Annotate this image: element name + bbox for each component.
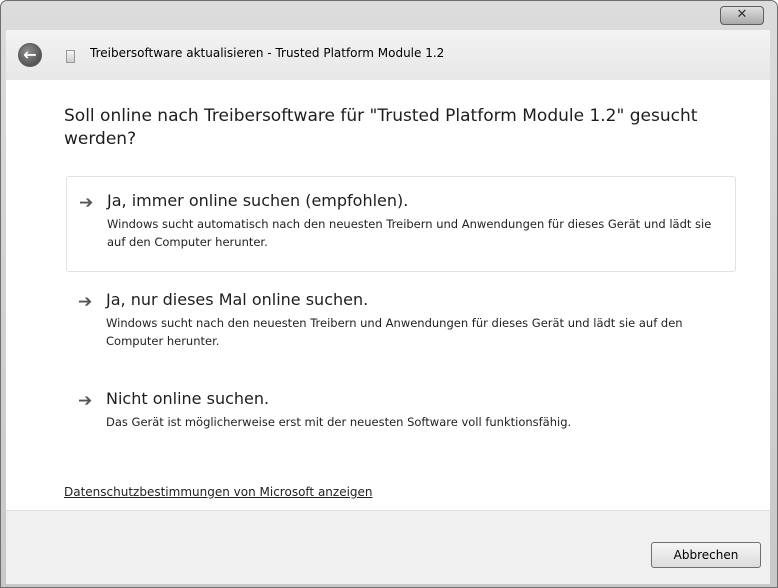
close-button[interactable]: ✕ — [720, 6, 764, 25]
option-description: Das Gerät ist möglicherweise erst mit de… — [106, 415, 572, 429]
option-title: Ja, nur dieses Mal online suchen. — [106, 290, 369, 309]
option-description: Windows sucht automatisch nach den neues… — [107, 217, 712, 249]
option-title: Ja, immer online suchen (empfohlen). — [107, 191, 409, 210]
option-do-not-search-online[interactable]: ➔ Nicht online suchen. Das Gerät ist mög… — [66, 375, 736, 443]
arrow-right-icon: ➔ — [78, 391, 93, 411]
title-bar — [0, 0, 776, 32]
dialog-title: Treibersoftware aktualisieren - Trusted … — [90, 46, 445, 60]
arrow-right-icon: ➔ — [79, 193, 94, 213]
option-always-search-online[interactable]: ➔ Ja, immer online suchen (empfohlen). W… — [66, 176, 736, 272]
driver-icon — [66, 50, 75, 63]
back-button[interactable]: ← — [18, 43, 42, 67]
option-description: Windows sucht nach den neuesten Treibern… — [106, 316, 683, 348]
option-title: Nicht online suchen. — [106, 389, 270, 408]
cancel-button[interactable]: Abbrechen — [651, 542, 761, 568]
arrow-left-icon: ← — [23, 45, 37, 64]
close-icon: ✕ — [736, 7, 748, 22]
option-search-online-once[interactable]: ➔ Ja, nur dieses Mal online suchen. Wind… — [66, 276, 736, 366]
arrow-right-icon: ➔ — [78, 292, 93, 312]
privacy-link[interactable]: Datenschutzbestimmungen von Microsoft an… — [64, 485, 373, 499]
main-instruction: Soll online nach Treibersoftware für "Tr… — [64, 106, 698, 149]
